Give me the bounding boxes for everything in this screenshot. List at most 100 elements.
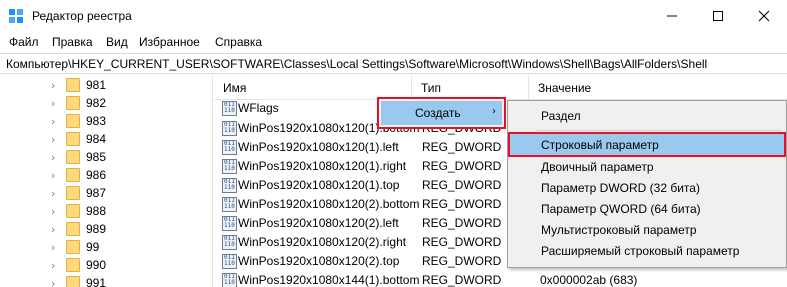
- menu-favorites[interactable]: Избранное: [139, 35, 200, 49]
- tree-item[interactable]: › 986: [0, 165, 212, 185]
- value-name: WinPos1920x1080x120(2).top: [238, 254, 400, 268]
- value-type: REG_DWORD: [422, 140, 502, 154]
- minimize-button[interactable]: [649, 0, 695, 31]
- binary-value-icon: 011 110: [222, 254, 237, 269]
- column-header-label: Значение: [538, 81, 592, 95]
- chevron-right-icon[interactable]: ›: [51, 151, 55, 164]
- tree-item[interactable]: › 991: [0, 273, 212, 287]
- binary-value-icon: 011 110: [222, 159, 237, 174]
- tree-item[interactable]: › 981: [0, 75, 212, 95]
- folder-icon: [66, 276, 80, 287]
- binary-value-icon: 011 110: [222, 273, 237, 287]
- menu-edit[interactable]: Правка: [52, 35, 93, 49]
- create-menu-item[interactable]: Создать ›: [381, 101, 502, 125]
- chevron-right-icon[interactable]: ›: [51, 115, 55, 128]
- menu-help[interactable]: Справка: [215, 35, 262, 49]
- tree-item-label: 985: [86, 150, 107, 164]
- close-button[interactable]: [741, 0, 787, 31]
- binary-value-icon: 011 110: [222, 197, 237, 212]
- binary-value-icon: 011 110: [222, 140, 237, 155]
- submenu-item-label: Параметр QWORD (64 бита): [541, 202, 701, 216]
- folder-icon: [66, 168, 80, 182]
- column-header-data[interactable]: Значение: [529, 75, 787, 99]
- value-type: REG_DWORD: [422, 254, 502, 268]
- tree-item[interactable]: › 984: [0, 129, 212, 149]
- submenu-item-dword-value[interactable]: Параметр DWORD (32 бита): [510, 177, 784, 198]
- folder-icon: [66, 222, 80, 236]
- chevron-right-icon[interactable]: ›: [51, 241, 55, 254]
- value-type: REG_DWORD: [422, 197, 502, 211]
- create-submenu: Раздел Строковый параметр Двоичный парам…: [507, 100, 787, 268]
- tree-item-label: 989: [86, 222, 107, 236]
- submenu-item-multistring-value[interactable]: Мультистроковый параметр: [510, 219, 784, 240]
- tree-item[interactable]: › 985: [0, 147, 212, 167]
- value-type: REG_DWORD: [422, 178, 502, 192]
- tree-item[interactable]: › 987: [0, 183, 212, 203]
- menu-view[interactable]: Вид: [106, 35, 128, 49]
- folder-icon: [66, 240, 80, 254]
- folder-icon: [66, 186, 80, 200]
- minimize-icon: [667, 15, 677, 16]
- address-path: Компьютер\HKEY_CURRENT_USER\SOFTWARE\Cla…: [6, 57, 708, 71]
- submenu-item-label: Мультистроковый параметр: [541, 223, 697, 237]
- chevron-right-icon[interactable]: ›: [51, 133, 55, 146]
- submenu-item-string-value[interactable]: Строковый параметр: [508, 132, 786, 157]
- tree-item-label: 991: [86, 276, 107, 287]
- binary-value-icon: 011 110: [222, 216, 237, 231]
- binary-value-icon: 011 110: [222, 235, 237, 250]
- chevron-right-icon[interactable]: ›: [51, 97, 55, 110]
- binary-value-icon: 011 110: [222, 121, 237, 136]
- chevron-right-icon[interactable]: ›: [51, 79, 55, 92]
- folder-icon: [66, 114, 80, 128]
- submenu-item-qword-value[interactable]: Параметр QWORD (64 бита): [510, 198, 784, 219]
- submenu-item-expandable-string-value[interactable]: Расширяемый строковый параметр: [510, 240, 784, 261]
- close-icon: [758, 10, 770, 21]
- context-menu: Создать ›: [377, 97, 506, 129]
- chevron-right-icon[interactable]: ›: [51, 259, 55, 272]
- value-name: WinPos1920x1080x120(2).left: [238, 216, 399, 230]
- tree-item-label: 988: [86, 204, 107, 218]
- submenu-item-key[interactable]: Раздел: [510, 105, 784, 126]
- value-name: WinPos1920x1080x120(2).right: [238, 235, 407, 249]
- folder-icon: [66, 150, 80, 164]
- tree-item-label: 982: [86, 96, 107, 110]
- table-row[interactable]: 011 110 WinPos1920x1080x144(1).bottom REG…: [214, 271, 787, 287]
- value-type: REG_DWORD: [422, 216, 502, 230]
- title-bar: Редактор реестра: [0, 0, 787, 31]
- menu-separator: [536, 130, 782, 131]
- column-header-type[interactable]: Тип: [412, 75, 529, 99]
- tree-item[interactable]: › 982: [0, 93, 212, 113]
- tree-item[interactable]: › 99: [0, 237, 212, 257]
- value-name: WinPos1920x1080x120(2).bottom: [238, 197, 420, 211]
- chevron-right-icon[interactable]: ›: [51, 223, 55, 236]
- value-type: REG_DWORD: [422, 235, 502, 249]
- chevron-right-icon: ›: [492, 106, 496, 117]
- folder-icon: [66, 132, 80, 146]
- chevron-right-icon[interactable]: ›: [51, 187, 55, 200]
- maximize-button[interactable]: [695, 0, 741, 31]
- folder-icon: [66, 78, 80, 92]
- submenu-item-label: Строковый параметр: [541, 138, 659, 152]
- tree-item-label: 981: [86, 78, 107, 92]
- submenu-item-binary-value[interactable]: Двоичный параметр: [510, 156, 784, 177]
- tree-item[interactable]: › 989: [0, 219, 212, 239]
- folder-icon: [66, 96, 80, 110]
- submenu-item-label: Расширяемый строковый параметр: [541, 244, 740, 258]
- tree-item[interactable]: › 988: [0, 201, 212, 221]
- chevron-right-icon[interactable]: ›: [51, 205, 55, 218]
- value-name: WinPos1920x1080x120(1).right: [238, 159, 407, 173]
- address-bar[interactable]: Компьютер\HKEY_CURRENT_USER\SOFTWARE\Cla…: [0, 53, 787, 74]
- chevron-right-icon[interactable]: ›: [51, 277, 55, 287]
- registry-editor-icon: [9, 9, 23, 23]
- value-type: REG_DWORD: [422, 159, 502, 173]
- column-header-name[interactable]: Имя: [214, 75, 412, 99]
- tree-item-label: 983: [86, 114, 107, 128]
- tree-item-label: 984: [86, 132, 107, 146]
- submenu-item-label: Раздел: [541, 109, 581, 123]
- menu-file[interactable]: Файл: [9, 35, 39, 49]
- tree-item[interactable]: › 990: [0, 255, 212, 275]
- tree-item[interactable]: › 983: [0, 111, 212, 131]
- chevron-right-icon[interactable]: ›: [51, 169, 55, 182]
- key-tree[interactable]: › 981 › 982 › 983 › 984 › 985 › 986 › 98…: [0, 75, 213, 287]
- value-name: WinPos1920x1080x144(1).bottom: [238, 273, 420, 287]
